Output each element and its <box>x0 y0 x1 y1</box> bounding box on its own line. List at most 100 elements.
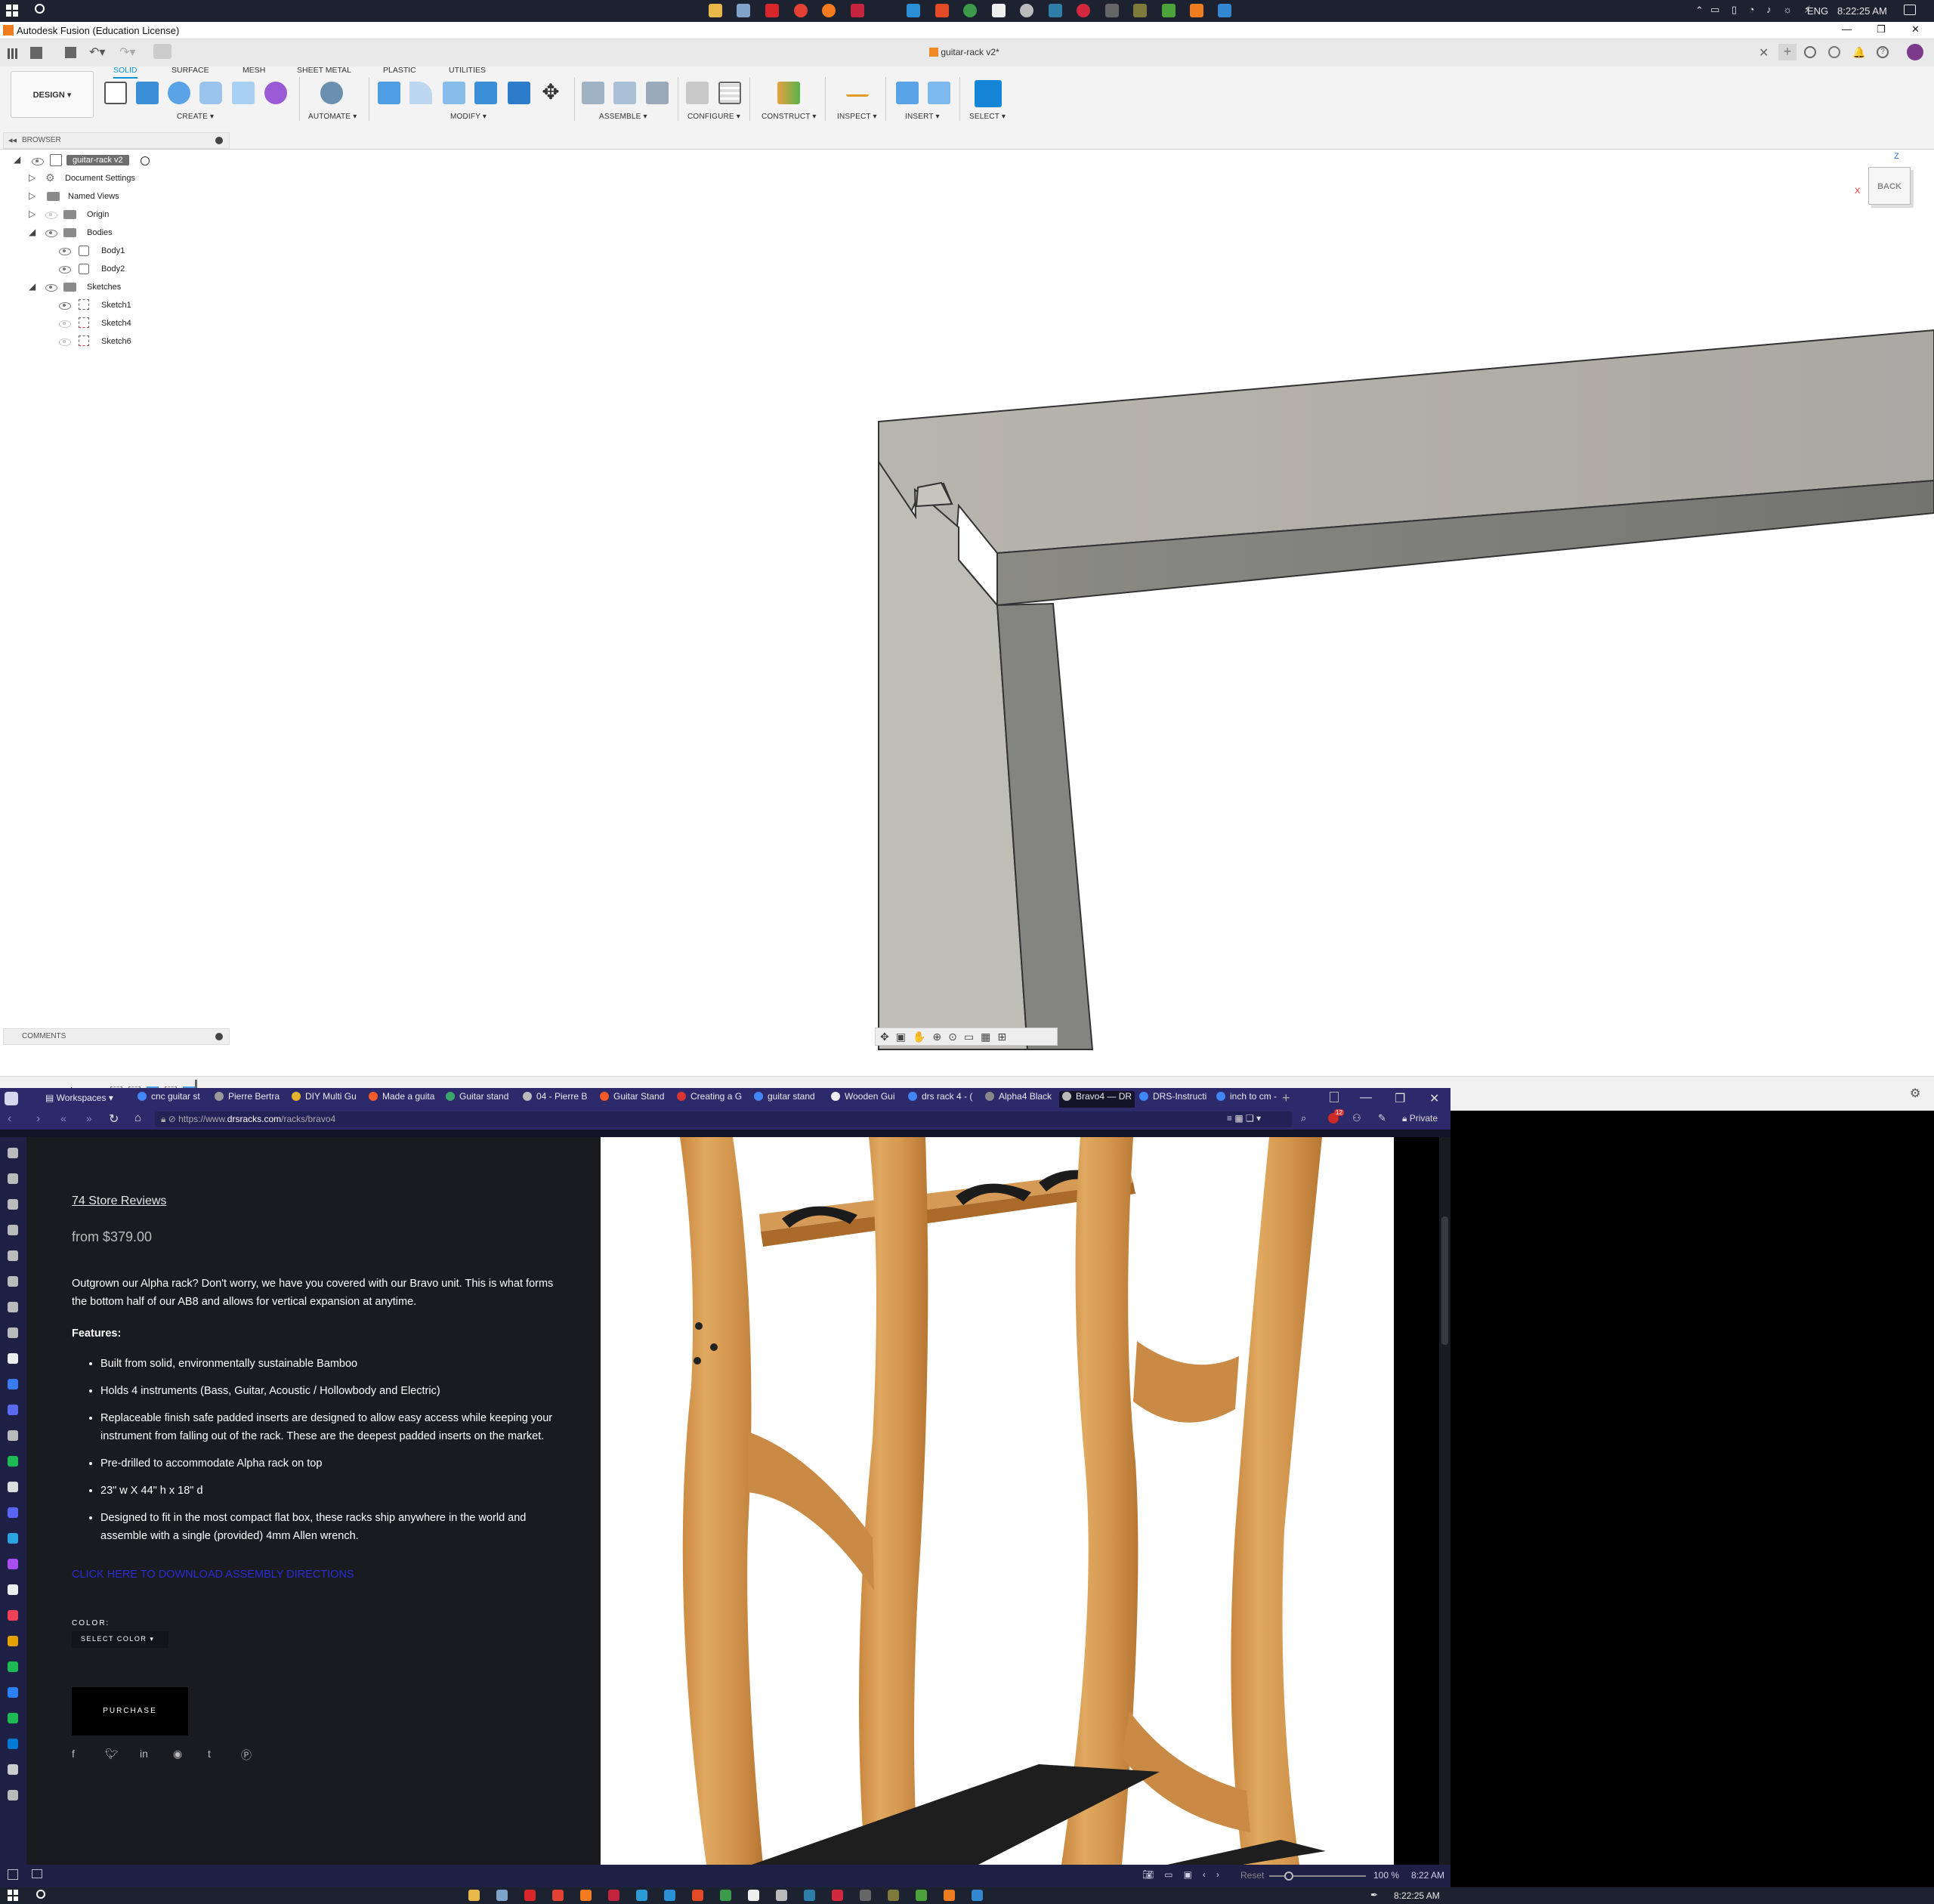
side-panel-icon[interactable] <box>8 1559 18 1569</box>
taskbar-app-icon[interactable] <box>832 1890 843 1901</box>
side-panel-icon[interactable] <box>8 1764 18 1775</box>
taskbar-app-icon[interactable] <box>664 1890 675 1901</box>
file-explorer-icon[interactable] <box>709 4 722 17</box>
fast-forward-icon[interactable]: » <box>86 1112 92 1124</box>
taskbar-app-icon[interactable] <box>972 1890 983 1901</box>
side-panel-icon[interactable] <box>8 1225 18 1235</box>
pinterest-icon[interactable]: Ⓟ <box>241 1748 252 1763</box>
forward-icon[interactable]: › <box>36 1112 40 1126</box>
viewports-icon[interactable]: ⊞ <box>997 1031 1013 1043</box>
side-panel-icon[interactable] <box>8 1739 18 1749</box>
panel-toggle-icon[interactable] <box>8 1869 18 1880</box>
vscode-icon[interactable] <box>907 4 920 17</box>
model-viewport[interactable] <box>0 22 1934 1076</box>
side-panel-icon[interactable] <box>8 1661 18 1672</box>
display-settings-icon[interactable]: ▭ <box>964 1031 981 1043</box>
fit-icon[interactable]: ⊙ <box>948 1031 964 1043</box>
comments-panel-header[interactable]: COMMENTS <box>3 1028 230 1045</box>
taskbar-app-icon[interactable] <box>468 1890 480 1901</box>
vivaldi-icon[interactable] <box>765 4 779 17</box>
taskbar-app-icon[interactable] <box>636 1890 647 1901</box>
language-indicator[interactable]: ENG <box>1807 5 1828 17</box>
tumblr-icon[interactable]: t <box>208 1748 211 1760</box>
taskbar-app-icon[interactable] <box>608 1890 619 1901</box>
zoom-slider[interactable] <box>1269 1872 1366 1881</box>
workspaces-button[interactable]: ▤ Workspaces ▾ <box>45 1093 113 1103</box>
tray-chevron-icon[interactable]: ⌃ <box>1695 5 1704 17</box>
close-button[interactable]: ✕ <box>1429 1091 1439 1106</box>
side-panel-icon[interactable] <box>8 1173 18 1184</box>
zoom-reset-label[interactable]: Reset <box>1240 1870 1264 1881</box>
side-panel-icon[interactable] <box>8 1379 18 1389</box>
browser-tab[interactable]: DIY Multi Gu <box>289 1091 364 1108</box>
browser-tab[interactable]: Made a guita <box>366 1091 441 1108</box>
browser-tab[interactable]: 04 - Pierre B <box>520 1091 595 1108</box>
restore-button[interactable]: ❐ <box>1395 1091 1405 1106</box>
browser-tab[interactable]: drs rack 4 - ( <box>905 1091 981 1108</box>
side-panel-icon[interactable] <box>8 1584 18 1595</box>
browser-tab[interactable]: Creating a G <box>674 1091 749 1108</box>
url-field[interactable]: 🔒︎ ⊘ https://www.drsracks.com/racks/brav… <box>155 1111 1292 1127</box>
taskbar-app-icon[interactable] <box>776 1890 787 1901</box>
side-panel-icon[interactable] <box>8 1405 18 1415</box>
tab-stack-icon[interactable] <box>1330 1092 1339 1102</box>
grid-icon[interactable]: ▦ <box>981 1031 997 1043</box>
twitter-icon[interactable]: 🐦︎ <box>105 1748 119 1760</box>
vivaldi-menu-icon[interactable] <box>5 1092 18 1105</box>
download-directions-link[interactable]: CLICK HERE TO DOWNLOAD ASSEMBLY DIRECTIO… <box>72 1569 354 1581</box>
facebook-icon[interactable]: f <box>72 1748 75 1760</box>
status-icons[interactable]: 📷︎▭▣‹› <box>1142 1869 1230 1880</box>
orbit-icon[interactable]: ✥ <box>880 1031 896 1043</box>
zoom-slider-knob[interactable] <box>1284 1872 1293 1881</box>
search-icon[interactable] <box>36 1890 45 1899</box>
taskbar-app-icon[interactable] <box>580 1890 592 1901</box>
linkedin-icon[interactable]: in <box>140 1748 148 1760</box>
taskbar-app-icon[interactable] <box>944 1890 955 1901</box>
taskbar-app-icon[interactable] <box>692 1890 703 1901</box>
browser-tab[interactable]: Wooden Gui <box>828 1091 904 1108</box>
side-panel-icon[interactable] <box>8 1328 18 1338</box>
app-icon[interactable] <box>963 4 977 17</box>
taskbar-app-icon[interactable] <box>916 1890 927 1901</box>
clock[interactable]: 8:22:25 AM <box>1394 1890 1440 1901</box>
side-panel-icon[interactable] <box>8 1687 18 1698</box>
browser-tab[interactable]: DRS-Instructi <box>1136 1091 1212 1108</box>
app-icon[interactable] <box>1133 4 1147 17</box>
pen-icon[interactable]: ✒ <box>1370 1890 1378 1900</box>
browser-tab[interactable]: guitar stand <box>751 1091 826 1108</box>
app-icon[interactable] <box>1049 4 1062 17</box>
reload-icon[interactable]: ↻ <box>109 1111 119 1127</box>
side-panel-icon[interactable] <box>8 1430 18 1441</box>
home-icon[interactable]: ⌂ <box>134 1111 141 1124</box>
chrome-icon[interactable] <box>794 4 808 17</box>
side-panel-icon[interactable] <box>8 1199 18 1210</box>
notification-icon[interactable] <box>1904 5 1916 15</box>
windows-start-icon[interactable] <box>6 5 18 17</box>
minimize-button[interactable]: — <box>1360 1091 1372 1105</box>
taskbar-app-icon[interactable] <box>888 1890 899 1901</box>
app-icon[interactable] <box>1218 4 1231 17</box>
reddit-icon[interactable]: ◉ <box>173 1748 182 1760</box>
browser-tab[interactable]: Bravo4 — DR <box>1059 1091 1135 1108</box>
select-color-dropdown[interactable]: SELECT COLOR ▾ <box>72 1631 168 1648</box>
side-panel-icon[interactable] <box>8 1507 18 1518</box>
browser-tab[interactable]: inch to cm - <box>1213 1091 1289 1108</box>
app-icon[interactable] <box>851 4 864 17</box>
side-panel-icon[interactable] <box>8 1456 18 1467</box>
taskbar-app-icon[interactable] <box>720 1890 731 1901</box>
extensions-puzzle-icon[interactable]: ✎ <box>1378 1112 1386 1124</box>
app-icon[interactable] <box>935 4 949 17</box>
scrollbar[interactable] <box>1439 1137 1450 1865</box>
browser-tab[interactable]: Alpha4 Black <box>982 1091 1058 1108</box>
pan-icon[interactable]: ✋ <box>913 1031 932 1043</box>
timeline-settings-icon[interactable]: ⚙ <box>1910 1086 1920 1101</box>
side-panel-icon[interactable] <box>8 1482 18 1492</box>
store-reviews-link[interactable]: 74 Store Reviews <box>72 1195 166 1208</box>
browser-tab[interactable]: Guitar Stand <box>597 1091 672 1108</box>
taskbar-app-icon[interactable] <box>860 1890 871 1901</box>
firefox-icon[interactable] <box>822 4 836 17</box>
taskbar-app-icon[interactable] <box>524 1890 536 1901</box>
app-icon[interactable] <box>1162 4 1176 17</box>
taskbar-app-icon[interactable] <box>748 1890 759 1901</box>
app-icon[interactable] <box>737 4 750 17</box>
